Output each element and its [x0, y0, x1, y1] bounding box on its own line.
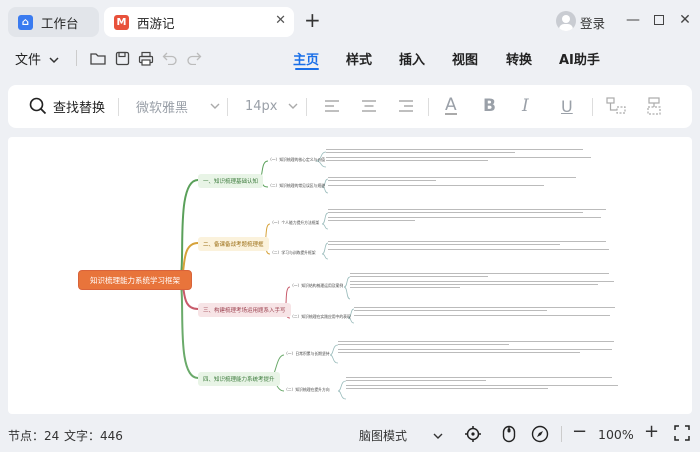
tab-workbench-label: 工作台 [41, 15, 79, 31]
branch-node[interactable]: 一、知识梳理基础认知 [198, 174, 264, 188]
active-tab-indicator [295, 68, 319, 70]
node-count: 节点：24 [8, 427, 59, 444]
find-replace-button[interactable]: 查找替换 [29, 97, 106, 116]
divider [561, 426, 562, 442]
font-size-value: 14px [245, 98, 278, 114]
leaf-node-group [328, 207, 618, 223]
mindmap-canvas[interactable]: 知识梳理能力系统学习框架 一、知识梳理基础认知 二、备课备战考题梳理框 三、构建… [8, 137, 692, 414]
undo-icon[interactable] [161, 49, 179, 67]
divider [592, 98, 593, 116]
tab-document-label: 西游记 [137, 15, 175, 31]
mouse-mode-icon[interactable] [502, 425, 516, 446]
font-family-value: 微软雅黑 [136, 100, 189, 116]
leaf-node-group [328, 239, 618, 252]
redo-icon[interactable] [185, 49, 203, 67]
tab-convert[interactable]: 转换 [506, 49, 532, 68]
zoom-out-icon[interactable]: − [572, 421, 587, 442]
word-count: 文字：446 [64, 427, 123, 444]
leaf-node-group [328, 175, 598, 188]
sub-node[interactable]: （二）学习与训练提升框架 [270, 250, 316, 256]
avatar[interactable] [556, 11, 576, 31]
divider [118, 98, 119, 116]
print-icon[interactable] [137, 49, 155, 67]
align-center-icon[interactable] [361, 97, 377, 115]
sub-node[interactable]: （一）知识梳理的核心定义与价值 [268, 157, 325, 163]
status-bar: 节点：24 文字：446 脑图模式 − 100% + [0, 418, 700, 452]
mindmap-app-icon: M [114, 14, 129, 30]
divider [227, 98, 228, 116]
format-toolbar [8, 85, 692, 128]
divider [76, 50, 77, 66]
minimize-icon[interactable]: — [622, 10, 644, 30]
login-button[interactable]: 登录 [580, 13, 605, 32]
align-right-icon[interactable] [398, 97, 414, 115]
view-mode-select[interactable]: 脑图模式 [359, 427, 443, 444]
chevron-down-icon [433, 433, 443, 439]
root-node[interactable]: 知识梳理能力系统学习框架 [78, 270, 192, 290]
view-mode-value: 脑图模式 [359, 429, 408, 443]
underline-icon[interactable]: U [561, 97, 573, 116]
file-menu[interactable]: 文件 [15, 49, 59, 68]
tab-workbench[interactable]: ⌂ 工作台 [8, 7, 99, 37]
font-family-select[interactable]: 微软雅黑 [136, 97, 220, 116]
branch-node[interactable]: 二、备课备战考题梳理框 [198, 237, 269, 251]
close-tab-icon[interactable]: ✕ [275, 13, 286, 28]
tab-insert[interactable]: 插入 [399, 49, 425, 68]
leaf-node-group [350, 271, 625, 290]
sub-node[interactable]: （二）知识梳理在实践应用中的表现 [290, 314, 351, 320]
zoom-in-icon[interactable]: + [644, 421, 659, 442]
leaf-node-group [346, 375, 626, 391]
sub-node[interactable]: （一）个人能力提升方法框架 [270, 220, 319, 226]
tab-ai-assistant[interactable]: AI助手 [559, 49, 600, 68]
tab-view[interactable]: 视图 [452, 49, 478, 68]
sub-node[interactable]: （一）日常积累与长期坚持 [284, 351, 330, 357]
node-count-value: 24 [44, 429, 60, 443]
font-color-icon[interactable]: A [445, 97, 457, 115]
branch-node[interactable]: 三、构建梳理考场运用题系入手写 [198, 303, 291, 317]
compass-icon[interactable] [531, 425, 549, 446]
add-sibling-node-icon[interactable] [644, 97, 664, 115]
italic-icon[interactable]: I [522, 96, 529, 116]
save-icon[interactable] [113, 49, 131, 67]
fullscreen-icon[interactable] [674, 425, 690, 444]
font-size-select[interactable]: 14px [245, 97, 298, 115]
align-left-icon[interactable] [324, 97, 340, 115]
node-count-label: 节点： [8, 429, 45, 443]
locate-icon[interactable] [464, 425, 482, 446]
tab-home[interactable]: 主页 [293, 49, 319, 68]
sub-node[interactable]: （二）知识梳理在提升方向 [284, 387, 330, 393]
workbench-icon: ⌂ [18, 14, 33, 30]
divider [428, 98, 429, 116]
divider [306, 98, 307, 116]
maximize-icon[interactable] [648, 10, 670, 30]
file-menu-label: 文件 [15, 53, 42, 68]
open-folder-icon[interactable] [89, 49, 107, 67]
search-icon [29, 97, 47, 115]
chevron-down-icon [288, 103, 297, 109]
leaf-node-group [338, 339, 623, 355]
sub-node[interactable]: （二）知识梳理的常见误区与规避 [268, 183, 325, 189]
word-count-label: 文字： [64, 429, 101, 443]
chevron-down-icon [210, 103, 220, 109]
leaf-node-group [354, 305, 629, 318]
tab-document[interactable]: M 西游记 ✕ [104, 7, 294, 37]
leaf-node-group [326, 147, 596, 163]
add-child-node-icon[interactable] [606, 97, 626, 115]
tab-style[interactable]: 样式 [346, 49, 372, 68]
word-count-value: 446 [100, 429, 123, 443]
bold-icon[interactable]: B [483, 96, 496, 116]
new-tab-icon[interactable]: + [304, 9, 321, 31]
zoom-level: 100% [598, 427, 634, 442]
branch-node[interactable]: 四、知识梳理能力系统考提升 [198, 372, 280, 386]
find-replace-label: 查找替换 [53, 100, 106, 116]
sub-node[interactable]: （一）知识结构梳理运用及案例 [290, 283, 343, 289]
close-window-icon[interactable]: ✕ [674, 10, 696, 30]
chevron-down-icon [49, 57, 59, 64]
